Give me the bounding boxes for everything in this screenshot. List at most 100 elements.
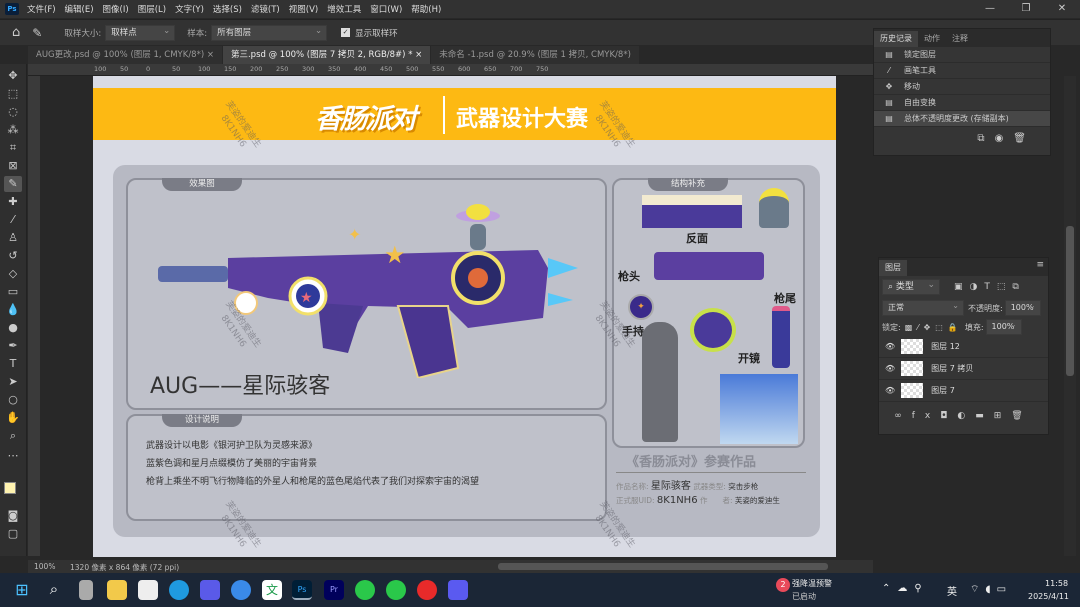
screen-mode-icon[interactable]: ▢ (4, 526, 22, 542)
visibility-eye-icon[interactable]: 👁 (885, 386, 895, 395)
search-icon[interactable]: ⌕ (44, 580, 64, 600)
link-icon[interactable]: ∞ (894, 411, 912, 421)
healing-brush-icon[interactable]: ✚ (4, 194, 22, 210)
eraser-tool-icon[interactable]: ◇ (4, 266, 22, 282)
adjustment-icon[interactable]: ◐ (957, 411, 975, 421)
app-icon[interactable] (200, 580, 220, 600)
path-selection-icon[interactable]: ➤ (4, 374, 22, 390)
wps-icon[interactable]: 文 (262, 580, 282, 600)
document-canvas[interactable]: 香肠派对 武器设计大赛 效果图 ★ ★ ✦ AUG——星际骇客 设计说明 武器设… (93, 76, 836, 557)
new-layer-icon[interactable]: ⊞ (994, 411, 1012, 421)
clock-date[interactable]: 2025/4/11 (1028, 592, 1069, 601)
close-button[interactable]: ✕ (1044, 0, 1080, 18)
menu-plugins[interactable]: 增效工具 (327, 3, 361, 15)
blend-mode-select[interactable]: 正常 (882, 299, 964, 316)
tab-actions[interactable]: 动作 (918, 31, 946, 47)
visibility-eye-icon[interactable]: 👁 (885, 342, 895, 351)
tray-icons[interactable]: ⌃☁⚲ (882, 583, 929, 594)
visibility-eye-icon[interactable]: 👁 (885, 364, 895, 373)
menu-select[interactable]: 选择(S) (213, 3, 242, 15)
weather-badge[interactable]: 2 (776, 578, 790, 592)
history-brush-icon[interactable]: ↺ (4, 248, 22, 264)
menu-layer[interactable]: 图层(L) (138, 3, 166, 15)
vertical-scrollbar[interactable] (1064, 76, 1076, 556)
weather-alert-title[interactable]: 强降温预警 (792, 578, 832, 589)
crop-tool-icon[interactable]: ⌗ (4, 140, 22, 156)
brush-tool-icon[interactable]: ⁄ (4, 212, 22, 228)
frame-tool-icon[interactable]: ⊠ (4, 158, 22, 174)
tab-layers[interactable]: 图层 (879, 260, 907, 276)
menu-image[interactable]: 图像(I) (103, 3, 129, 15)
dodge-tool-icon[interactable]: ● (4, 320, 22, 336)
sample-size-select[interactable]: 取样点 (105, 24, 176, 41)
layer-row[interactable]: 👁 图层 7 (879, 380, 1048, 402)
store-icon[interactable] (138, 580, 158, 600)
blur-tool-icon[interactable]: 💧 (4, 302, 22, 318)
task-view-icon[interactable] (79, 580, 93, 600)
gradient-tool-icon[interactable]: ▭ (4, 284, 22, 300)
type-tool-icon[interactable]: T (4, 356, 22, 372)
eyedropper-tool-icon[interactable]: ✎ (32, 26, 42, 40)
tab-notes[interactable]: 注释 (946, 31, 974, 47)
photoshop-taskbar-icon[interactable]: Ps (292, 580, 312, 600)
start-icon[interactable]: ⊞ (12, 580, 32, 600)
filter-icons[interactable]: ▣◑T⬚⧉ (954, 282, 1026, 292)
restore-button[interactable]: ❐ (1008, 0, 1044, 18)
move-tool-icon[interactable]: ✥ (4, 68, 22, 84)
edge-icon[interactable] (169, 580, 189, 600)
premiere-icon[interactable]: Pr (324, 580, 344, 600)
stamp-tool-icon[interactable]: ♙ (4, 230, 22, 246)
feather-app-icon[interactable] (231, 580, 251, 600)
app-green-icon[interactable] (355, 580, 375, 600)
file-explorer-icon[interactable] (107, 580, 127, 600)
history-item[interactable]: ⁄ 画笔工具 (874, 63, 1050, 79)
opacity-input[interactable]: 100% (1004, 299, 1041, 316)
menu-type[interactable]: 文字(Y) (175, 3, 204, 15)
tab-aug[interactable]: AUG更改.psd @ 100% (图层 1, CMYK/8*) × (28, 46, 222, 64)
menu-view[interactable]: 视图(V) (289, 3, 318, 15)
new-document-from-state-icon[interactable]: ⧉ (977, 133, 994, 144)
pen-tool-icon[interactable]: ✒ (4, 338, 22, 354)
paint-app-icon[interactable] (448, 580, 468, 600)
shape-tool-icon[interactable]: ○ (4, 392, 22, 408)
minimize-button[interactable]: — (972, 0, 1008, 18)
scrollbar-thumb[interactable] (1066, 226, 1074, 376)
menu-help[interactable]: 帮助(H) (411, 3, 441, 15)
delete-layer-icon[interactable]: 🗑 (1011, 411, 1032, 421)
menu-filter[interactable]: 滤镜(T) (251, 3, 280, 15)
tab-untitled[interactable]: 未命名 -1.psd @ 20.9% (图层 1 拷贝, CMYK/8*) (431, 46, 639, 64)
menu-edit[interactable]: 编辑(E) (65, 3, 94, 15)
history-item[interactable]: ▤ 自由变换 (874, 95, 1050, 111)
tab-history[interactable]: 历史记录 (874, 31, 918, 47)
group-folder-icon[interactable]: ▬ (975, 411, 994, 421)
menu-window[interactable]: 窗口(W) (370, 3, 402, 15)
history-item[interactable]: ▤ 锁定图层 (874, 47, 1050, 63)
history-item[interactable]: ✥ 移动 (874, 79, 1050, 95)
history-item-selected[interactable]: ▤ 总体不透明度更改 (存储副本) (874, 111, 1050, 127)
delete-icon[interactable]: 🗑 (1013, 133, 1036, 144)
clock-time[interactable]: 11:58 (1045, 579, 1068, 588)
lasso-tool-icon[interactable]: ◌ (4, 104, 22, 120)
close-tab-icon[interactable]: × (207, 50, 214, 60)
zoom-level[interactable]: 100% (34, 562, 55, 571)
menu-file[interactable]: 文件(F) (27, 3, 56, 15)
layer-filter-select[interactable]: ⌕ 类型 (882, 278, 940, 295)
fx-icon[interactable]: fx (912, 411, 941, 421)
close-tab-icon[interactable]: × (415, 50, 422, 60)
ime-indicator[interactable]: 英 (947, 583, 957, 598)
hand-tool-icon[interactable]: ✋ (4, 410, 22, 426)
fill-input[interactable]: 100% (985, 318, 1022, 335)
foreground-color-swatch[interactable] (4, 482, 16, 494)
horizontal-scrollbar[interactable] (498, 563, 828, 570)
network-volume-battery-icons[interactable]: ⌔◖▭ (970, 583, 1012, 596)
lock-icons[interactable]: ▩⁄✥⬚🔒 (905, 323, 963, 332)
magic-wand-icon[interactable]: ⁂ (4, 122, 22, 138)
home-icon[interactable]: ⌂ (12, 25, 20, 40)
snapshot-camera-icon[interactable]: ◉ (995, 133, 1014, 144)
marquee-tool-icon[interactable]: ⬚ (4, 86, 22, 102)
eyedropper-tool-icon[interactable]: ✎ (4, 176, 22, 192)
sample-select[interactable]: 所有图层 (211, 24, 328, 41)
app-green-icon-2[interactable] (386, 580, 406, 600)
netease-music-icon[interactable] (417, 580, 437, 600)
quick-mask-icon[interactable]: ◙ (4, 508, 22, 524)
